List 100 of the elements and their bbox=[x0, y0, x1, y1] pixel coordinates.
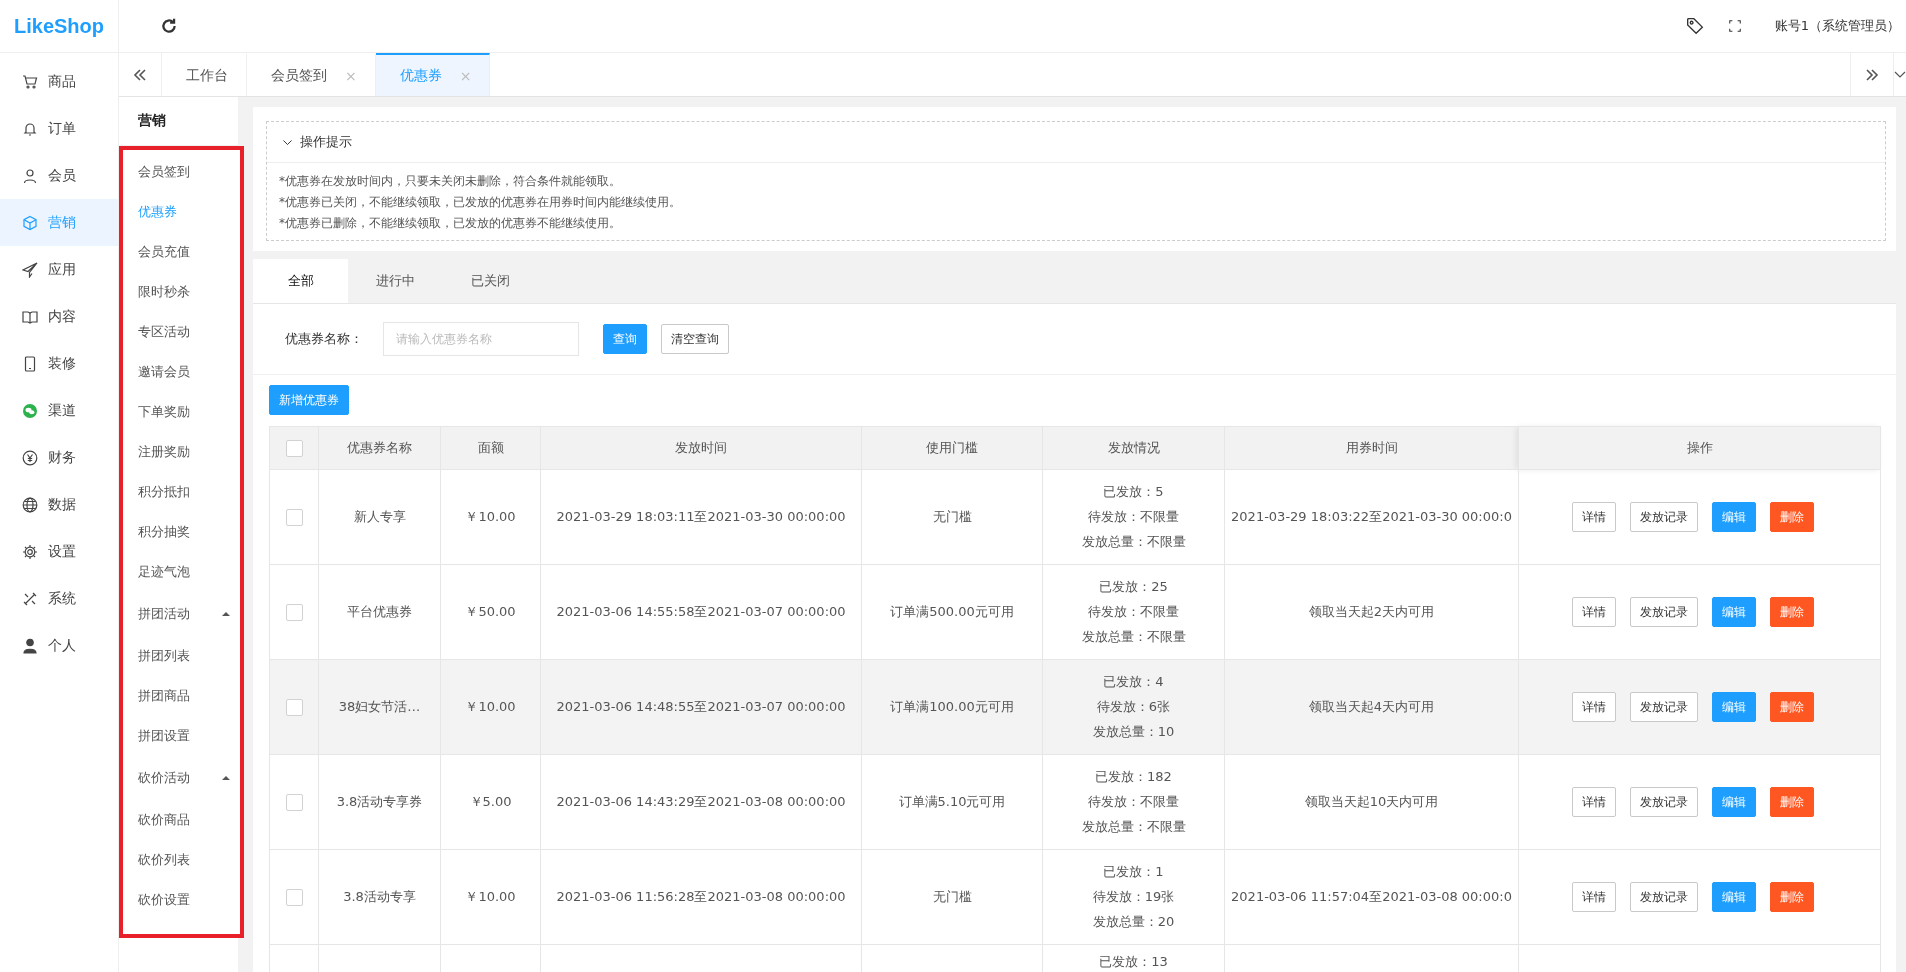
issue-stat: 待发放：6张 bbox=[1096, 698, 1171, 716]
issue-stat: 待发放：19张 bbox=[1092, 888, 1175, 906]
submenu-item[interactable]: 砍价设置 bbox=[123, 880, 240, 920]
user-icon bbox=[22, 167, 38, 184]
submenu-item[interactable]: 砍价商品 bbox=[123, 800, 240, 840]
submenu-item[interactable]: 邀请会员 bbox=[123, 352, 240, 392]
issue-stat: 发放总量：20 bbox=[1092, 913, 1175, 931]
search-label: 优惠券名称： bbox=[285, 330, 363, 348]
issue-stat: 已发放：4 bbox=[1103, 673, 1164, 691]
checkbox[interactable] bbox=[285, 793, 303, 811]
action-button[interactable]: 发放记录 bbox=[1629, 787, 1698, 817]
checkbox[interactable] bbox=[285, 888, 303, 906]
issue-stat: 待发放：不限量 bbox=[1088, 508, 1179, 526]
submenu-item[interactable]: 砍价列表 bbox=[123, 840, 240, 880]
coupon-name-field[interactable]: 请输入优惠券名称 bbox=[383, 322, 579, 356]
nav-item[interactable]: 个人 bbox=[0, 622, 118, 669]
gear-icon bbox=[22, 543, 38, 560]
issue-stat: 已发放：182 bbox=[1095, 768, 1172, 786]
issue-stat: 已发放：25 bbox=[1099, 578, 1168, 596]
account-name[interactable]: 账号1（系统管理员） bbox=[1754, 17, 1906, 35]
submenu-group[interactable]: 砍价活动 bbox=[123, 756, 240, 800]
checkbox[interactable] bbox=[285, 508, 303, 526]
submenu-item[interactable]: 拼团商品 bbox=[123, 676, 240, 716]
issue-stat: 待发放：不限量 bbox=[1088, 603, 1179, 621]
nav-item[interactable]: 商品 bbox=[0, 58, 118, 105]
issue-stat: 已发放：1 bbox=[1103, 863, 1164, 881]
submenu-item[interactable]: 专区活动 bbox=[123, 312, 240, 352]
table-cell: 2021-03-06 14:43:29至2021-03-08 00:00:00 bbox=[540, 754, 862, 850]
submenu-item[interactable]: 会员充值 bbox=[123, 232, 240, 272]
table-cell: 无门槛 bbox=[861, 469, 1043, 565]
issue-stat: 发放总量：10 bbox=[1092, 723, 1175, 741]
checkbox[interactable] bbox=[285, 603, 303, 621]
scroll-right-icon[interactable] bbox=[1850, 53, 1894, 96]
table-cell: 领取当天起10天内可用 bbox=[1224, 754, 1519, 850]
nav-item[interactable]: 数据 bbox=[0, 481, 118, 528]
table-cell: 2021-03-06 11:56:28至2021-03-08 00:00:00 bbox=[540, 849, 862, 945]
nav-item[interactable]: 渠道 bbox=[0, 387, 118, 434]
tip-text: *优惠券在发放时间内，只要未关闭未删除，符合条件就能领取。 bbox=[279, 173, 622, 190]
action-button[interactable]: 发放记录 bbox=[1629, 597, 1698, 627]
action-button[interactable]: 发放记录 bbox=[1629, 692, 1698, 722]
submenu-item[interactable]: 足迹气泡 bbox=[123, 552, 240, 592]
table-cell: 2021-03-06 11:57:04至2021-03-08 00:00:0 bbox=[1224, 849, 1519, 945]
table-cell: 领取当天起2天内可用 bbox=[1224, 564, 1519, 660]
table-cell: 订单满100.00元可用 bbox=[861, 659, 1043, 755]
submenu-item[interactable]: 积分抵扣 bbox=[123, 472, 240, 512]
checkbox[interactable] bbox=[285, 698, 303, 716]
nav-item[interactable]: 订单 bbox=[0, 105, 118, 152]
submenu-item[interactable]: 注册奖励 bbox=[123, 432, 240, 472]
tip-text: *优惠券已关闭，不能继续领取，已发放的优惠券在用券时间内能继续使用。 bbox=[279, 194, 682, 211]
submenu-group[interactable]: 拼团活动 bbox=[123, 592, 240, 636]
nav-item[interactable]: 设置 bbox=[0, 528, 118, 575]
submenu-item[interactable]: 限时秒杀 bbox=[123, 272, 240, 312]
table-cell: 2021-03-06 14:55:58至2021-03-07 00:00:00 bbox=[540, 564, 862, 660]
submenu-item[interactable]: 下单奖励 bbox=[123, 392, 240, 432]
table-cell: ￥10.00 bbox=[440, 849, 541, 945]
tips-header[interactable]: 操作提示 bbox=[267, 122, 1885, 163]
phone-icon bbox=[22, 355, 38, 372]
bell-icon bbox=[22, 120, 38, 137]
status-tab[interactable]: 全部 bbox=[253, 259, 348, 303]
submenu-item[interactable]: 会员签到 bbox=[123, 152, 240, 192]
table-cell: 2021-03-06 14:48:55至2021-03-07 00:00:00 bbox=[540, 659, 862, 755]
table-cell: ￥10.00 bbox=[440, 469, 541, 565]
table-cell: 领取当天起4天内可用 bbox=[1224, 659, 1519, 755]
table-cell: 无门槛 bbox=[861, 849, 1043, 945]
cart-icon bbox=[22, 73, 38, 90]
action-button[interactable]: 详情 bbox=[1571, 502, 1616, 532]
submenu-item[interactable]: 积分抽奖 bbox=[123, 512, 240, 552]
action-button[interactable]: 详情 bbox=[1571, 882, 1616, 912]
issue-stat: 发放总量：不限量 bbox=[1081, 628, 1186, 646]
issue-stat: 已发放：13 bbox=[1099, 953, 1168, 971]
status-tab[interactable]: 进行中 bbox=[348, 259, 443, 303]
status-tab[interactable]: 已关闭 bbox=[443, 259, 538, 303]
column-header: 面额 bbox=[440, 426, 541, 470]
clear-button[interactable]: 清空查询 bbox=[661, 324, 729, 354]
issue-stat: 已发放：5 bbox=[1103, 483, 1164, 501]
paper-plane-icon bbox=[22, 261, 38, 278]
tip-text: *优惠券已删除，不能继续领取，已发放的优惠券不能继续使用。 bbox=[279, 215, 622, 232]
page-tab[interactable]: 会员签到 × bbox=[247, 53, 376, 96]
column-header: 发放时间 bbox=[540, 426, 862, 470]
action-button[interactable]: 发放记录 bbox=[1629, 882, 1698, 912]
nav-item[interactable]: 系统 bbox=[0, 575, 118, 622]
issue-stat: 发放总量：不限量 bbox=[1081, 818, 1186, 836]
action-button[interactable]: 发放记录 bbox=[1629, 502, 1698, 532]
issue-stat: 待发放：不限量 bbox=[1088, 793, 1179, 811]
action-button[interactable]: 详情 bbox=[1571, 692, 1616, 722]
nav-item[interactable]: 应用 bbox=[0, 246, 118, 293]
action-button[interactable]: 详情 bbox=[1571, 787, 1616, 817]
chat-bubble-icon bbox=[22, 402, 38, 419]
nav-item[interactable]: 装修 bbox=[0, 340, 118, 387]
nav-item[interactable]: 内容 bbox=[0, 293, 118, 340]
column-header: 优惠券名称 bbox=[318, 426, 441, 470]
nav-item[interactable]: 会员 bbox=[0, 152, 118, 199]
page-tab[interactable]: 工作台 bbox=[162, 53, 247, 96]
column-header: 操作 bbox=[1518, 426, 1881, 470]
submenu-item[interactable]: 拼团列表 bbox=[123, 636, 240, 676]
action-button[interactable]: 详情 bbox=[1571, 597, 1616, 627]
submenu-item[interactable]: 拼团设置 bbox=[123, 716, 240, 756]
table-cell: 3.8活动专享 bbox=[318, 849, 441, 945]
checkbox[interactable] bbox=[285, 439, 303, 457]
nav-item[interactable]: 财务 bbox=[0, 434, 118, 481]
